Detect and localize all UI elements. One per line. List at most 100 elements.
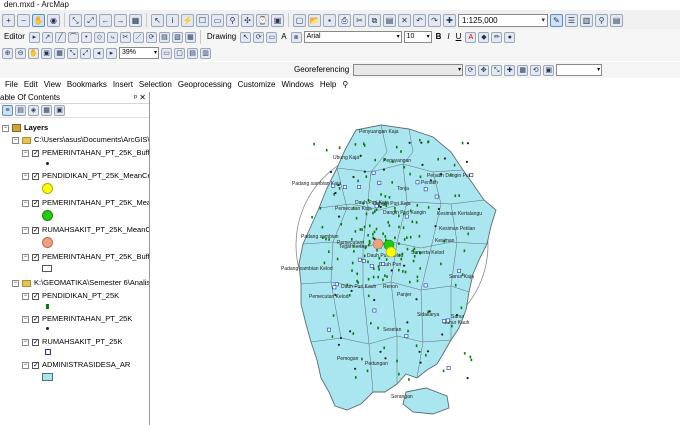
pendidikan-point[interactable] [427, 206, 430, 209]
bold-button[interactable]: B [434, 30, 444, 44]
pendidikan-mean-center-marker[interactable] [385, 246, 397, 258]
edit-annotation-icon[interactable]: ↗ [41, 31, 53, 43]
font-color-icon[interactable]: A [465, 31, 477, 43]
pemerintahan-point[interactable] [455, 313, 458, 317]
rumahsakit-point[interactable] [457, 268, 462, 273]
pendidikan-point[interactable] [415, 344, 418, 347]
pendidikan-point[interactable] [377, 275, 379, 279]
pendidikan-point[interactable] [385, 204, 388, 207]
pendidikan-point[interactable] [409, 280, 411, 284]
pemerintahan-point[interactable] [379, 205, 382, 209]
previous-extent-icon[interactable]: ◂ [93, 47, 104, 59]
pendidikan-point[interactable] [366, 369, 369, 373]
rumahsakit-point[interactable] [334, 282, 339, 287]
layer-checkbox[interactable]: ✓ [32, 226, 39, 234]
pendidikan-point[interactable] [377, 326, 379, 330]
font-select[interactable]: Arial [303, 31, 402, 43]
rumahsakit-point[interactable] [372, 308, 377, 313]
pendidikan-point[interactable] [415, 221, 418, 224]
pendidikan-point[interactable] [368, 239, 371, 243]
pendidikan-point[interactable] [384, 195, 387, 198]
pendidikan-point[interactable] [323, 261, 326, 265]
edit-vertices-icon[interactable]: ◇ [93, 31, 105, 43]
pendidikan-point[interactable] [463, 352, 466, 355]
pendidikan-point[interactable] [362, 240, 364, 244]
select-elements-icon[interactable]: ↖ [151, 13, 164, 27]
pendidikan-point[interactable] [383, 158, 386, 162]
pemerintahan-point[interactable] [352, 175, 355, 179]
pendidikan-point[interactable] [395, 145, 398, 149]
pendidikan-point[interactable] [412, 259, 415, 263]
copy-icon[interactable]: ⧉ [368, 13, 381, 27]
pemerintahan-point[interactable] [379, 350, 382, 353]
pemerintahan-point[interactable] [337, 183, 340, 187]
pendidikan-point[interactable] [440, 262, 442, 266]
pemerintahan-point[interactable] [354, 367, 357, 370]
pendidikan-point[interactable] [394, 236, 396, 240]
pendidikan-point[interactable] [367, 234, 369, 237]
identify-icon[interactable]: i [166, 13, 179, 27]
pendidikan-point[interactable] [372, 232, 374, 236]
html-popup-icon[interactable]: ☐ [196, 13, 209, 27]
line-color-icon[interactable]: ✏ [491, 31, 503, 43]
pendidikan-point[interactable] [362, 202, 365, 205]
pemerintahan-point[interactable] [390, 269, 393, 272]
cut-polygons-icon[interactable]: ✂ [119, 31, 131, 43]
menu-view[interactable]: View [41, 78, 64, 92]
pemerintahan-point[interactable] [441, 333, 444, 336]
layer-checkbox[interactable]: ✓ [32, 315, 39, 323]
toggle-draft-mode-icon[interactable]: ▭ [161, 47, 172, 59]
pendidikan-point[interactable] [322, 236, 324, 239]
pendidikan-point[interactable] [313, 142, 315, 146]
layer-row[interactable]: − ✓ PEMERINTAHAN_PT_25K [22, 313, 132, 324]
pendidikan-point[interactable] [383, 346, 385, 350]
pendidikan-point[interactable] [398, 242, 400, 245]
pendidikan-point[interactable] [416, 204, 419, 207]
next-extent-icon[interactable]: ▸ [106, 47, 117, 59]
pendidikan-point[interactable] [469, 355, 472, 359]
pendidikan-point[interactable] [363, 225, 366, 229]
group1-row[interactable]: − C:\Users\asus\Documents\ArcGIS\ [12, 134, 149, 145]
pendidikan-point[interactable] [353, 250, 355, 253]
options-icon[interactable]: ▣ [54, 105, 65, 116]
pendidikan-point[interactable] [338, 187, 341, 190]
layer-checkbox[interactable]: ✓ [32, 292, 39, 300]
menu-geoprocessing[interactable]: Geoprocessing [175, 78, 235, 92]
find-icon[interactable]: ⚲ [226, 13, 239, 27]
pendidikan-point[interactable] [400, 257, 403, 261]
rumahsakit-point[interactable] [371, 170, 376, 175]
undo-icon[interactable]: ↶ [413, 13, 426, 27]
rumahsakit-point[interactable] [381, 262, 386, 266]
shift-icon[interactable]: ✥ [478, 64, 490, 76]
rumahsakit-point[interactable] [404, 334, 409, 338]
pendidikan-point[interactable] [365, 175, 368, 178]
pendidikan-point[interactable] [398, 372, 400, 376]
table-of-contents-icon[interactable]: ☰ [565, 13, 578, 27]
pendidikan-point[interactable] [458, 194, 460, 197]
pendidikan-point[interactable] [460, 306, 463, 310]
pendidikan-point[interactable] [409, 235, 412, 239]
menu-bookmarks[interactable]: Bookmarks [64, 78, 110, 92]
pemerintahan-point[interactable] [349, 330, 352, 333]
time-slider-icon[interactable]: ⌚ [256, 13, 269, 27]
pendidikan-point[interactable] [451, 324, 453, 328]
pemerintahan-point[interactable] [415, 298, 418, 301]
point-icon[interactable]: • [80, 31, 92, 43]
pendidikan-point[interactable] [369, 224, 371, 228]
pemerintahan-point[interactable] [373, 298, 376, 302]
pemerintahan-point[interactable] [329, 170, 333, 174]
pendidikan-point[interactable] [394, 210, 396, 213]
pendidikan-point[interactable] [374, 210, 376, 213]
close-icon[interactable]: ✕ [139, 92, 146, 104]
pendidikan-point[interactable] [419, 175, 422, 179]
pemerintahan-point[interactable] [420, 141, 423, 144]
pemerintahan-point[interactable] [434, 225, 437, 228]
pendidikan-point[interactable] [373, 230, 376, 234]
georeferencing-layer-select[interactable] [353, 64, 464, 76]
collapse-icon[interactable]: − [22, 338, 29, 346]
rumahsakit-point[interactable] [327, 327, 332, 332]
pendidikan-point[interactable] [415, 251, 417, 255]
search-window-icon[interactable]: ⚲ [595, 13, 608, 27]
edit-tool-icon[interactable]: ▸ [28, 31, 40, 43]
pendidikan-point[interactable] [387, 221, 389, 224]
